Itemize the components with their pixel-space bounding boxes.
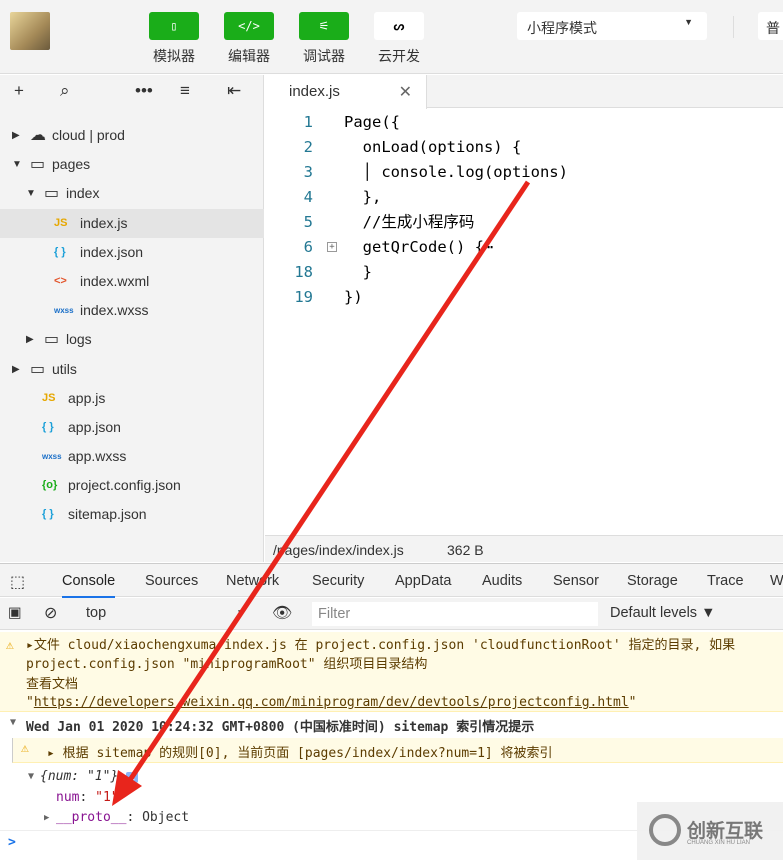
arrow-line (127, 180, 531, 782)
annotation-arrow (112, 180, 531, 806)
arrow-head (112, 770, 142, 806)
watermark-logo: 创新互联 CHUANG XIN HU LIAN (637, 802, 783, 860)
